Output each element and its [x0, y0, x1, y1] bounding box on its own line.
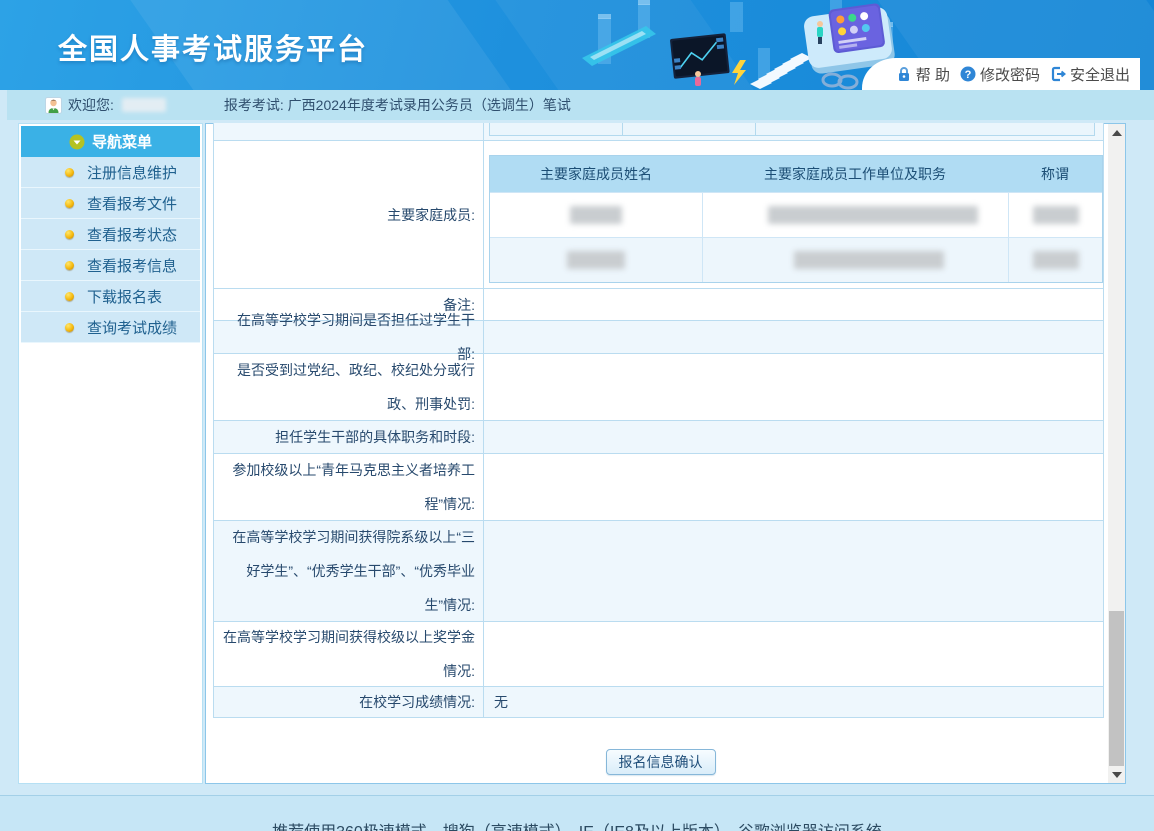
- row-label: 担任学生干部的具体职务和时段:: [214, 421, 484, 453]
- bullet-icon: [65, 230, 74, 239]
- redacted-cell: [1033, 206, 1079, 224]
- sidebar-item-registration-info[interactable]: 注册信息维护: [21, 157, 200, 188]
- table-row-clipped: [214, 123, 1103, 140]
- scroll-up-button[interactable]: [1108, 124, 1125, 141]
- help-link[interactable]: 帮 助: [896, 64, 950, 85]
- family-table-row: [490, 237, 1102, 282]
- footer: 推荐使用360极速模式、搜狗（高速模式）、IE（IE8及以上版本）、谷歌浏览器访…: [0, 795, 1154, 831]
- welcome-bar: 欢迎您: 报考考试: 广西2024年度考试录用公务员（选调生）笔试: [7, 90, 1154, 120]
- app-title: 全国人事考试服务平台: [58, 26, 368, 68]
- sidebar-item-view-exam-files[interactable]: 查看报考文件: [21, 188, 200, 219]
- sidebar-item-download-form[interactable]: 下载报名表: [21, 281, 200, 312]
- family-header-name: 主要家庭成员姓名: [490, 156, 702, 192]
- sidebar-item-label: 注册信息维护: [87, 162, 177, 183]
- application-form-table: 主要家庭成员: 主要家庭成员姓名 主要家庭成员工作单位及职务 称谓: [213, 123, 1104, 718]
- logout-link[interactable]: 安全退出: [1050, 64, 1130, 85]
- redacted-cell: [768, 206, 978, 224]
- sidebar-item-label: 查看报考文件: [87, 193, 177, 214]
- chevron-down-icon: [69, 134, 85, 150]
- arrow-down-icon: [1112, 772, 1122, 778]
- sidebar-item-label: 查看报考信息: [87, 255, 177, 276]
- row-label: 在高等学校学习期间是否担任过学生干部:: [214, 321, 484, 353]
- table-row-scholarship: 在高等学校学习期间获得校级以上奖学金情况:: [214, 621, 1103, 686]
- sidebar-item-view-application-info[interactable]: 查看报考信息: [21, 250, 200, 281]
- row-label: 主要家庭成员:: [214, 141, 484, 288]
- redacted-cell: [567, 251, 625, 269]
- nav-menu-title: 导航菜单: [92, 131, 152, 152]
- redacted-cell: [570, 206, 622, 224]
- row-label: 在校学习成绩情况:: [214, 687, 484, 717]
- vertical-scrollbar[interactable]: [1108, 124, 1125, 783]
- footer-browser-recommendation: 推荐使用360极速模式、搜狗（高速模式）、IE（IE8及以上版本）、谷歌浏览器访…: [0, 818, 1154, 831]
- change-password-label: 修改密码: [980, 64, 1040, 85]
- table-row-academic-record: 在校学习成绩情况: 无: [214, 686, 1103, 717]
- row-value: 无: [484, 692, 508, 712]
- family-header-relation: 称谓: [1008, 156, 1102, 192]
- sidebar-item-query-scores[interactable]: 查询考试成绩: [21, 312, 200, 343]
- utility-bar: 帮 助 ? 修改密码 安全退出: [862, 58, 1140, 90]
- row-label: 参加校级以上“青年马克思主义者培养工程”情况:: [214, 454, 484, 520]
- bullet-icon: [65, 199, 74, 208]
- family-header-workunit: 主要家庭成员工作单位及职务: [702, 156, 1008, 192]
- change-password-link[interactable]: ? 修改密码: [960, 64, 1040, 85]
- sidebar: 导航菜单 注册信息维护 查看报考文件 查看报考状态 查看报考信息 下载报名表: [18, 123, 203, 784]
- family-table-row: [490, 192, 1102, 237]
- main-content-panel: 主要家庭成员: 主要家庭成员姓名 主要家庭成员工作单位及职务 称谓: [205, 123, 1126, 784]
- exam-info: 报考考试: 广西2024年度考试录用公务员（选调生）笔试: [224, 95, 571, 115]
- confirm-registration-button[interactable]: 报名信息确认: [606, 749, 716, 775]
- logout-label: 安全退出: [1070, 64, 1130, 85]
- help-label: 帮 助: [916, 64, 950, 85]
- question-icon: ?: [960, 66, 976, 82]
- table-row-discipline-punishment: 是否受到过党纪、政纪、校纪处分或行政、刑事处罚:: [214, 353, 1103, 420]
- nav-menu-header[interactable]: 导航菜单: [21, 126, 200, 157]
- row-label: 是否受到过党纪、政纪、校纪处分或行政、刑事处罚:: [214, 354, 484, 420]
- redacted-username: [122, 98, 166, 112]
- arrow-up-icon: [1112, 130, 1122, 136]
- bullet-icon: [65, 168, 74, 177]
- sidebar-item-view-application-status[interactable]: 查看报考状态: [21, 219, 200, 250]
- sidebar-item-label: 查看报考状态: [87, 224, 177, 245]
- svg-text:?: ?: [965, 69, 972, 81]
- sidebar-item-label: 下载报名表: [87, 286, 162, 307]
- table-row-honors: 在高等学校学习期间获得院系级以上“三好学生”、“优秀学生干部”、“优秀毕业生”情…: [214, 520, 1103, 621]
- exit-icon: [1050, 66, 1066, 82]
- lock-icon: [896, 66, 912, 82]
- user-icon: [45, 97, 62, 114]
- family-members-table: 主要家庭成员姓名 主要家庭成员工作单位及职务 称谓: [489, 155, 1103, 283]
- welcome-greeting: 欢迎您:: [68, 95, 114, 115]
- sidebar-item-label: 查询考试成绩: [87, 317, 177, 338]
- bullet-icon: [65, 292, 74, 301]
- table-row-cadre-position-period: 担任学生干部的具体职务和时段:: [214, 420, 1103, 453]
- row-label: [214, 123, 484, 140]
- scroll-down-button[interactable]: [1108, 766, 1125, 783]
- page: 全国人事考试服务平台 帮 助 ? 修改密码: [0, 0, 1154, 831]
- bullet-icon: [65, 323, 74, 332]
- bullet-icon: [65, 261, 74, 270]
- redacted-cell: [1033, 251, 1079, 269]
- table-row-family-members: 主要家庭成员: 主要家庭成员姓名 主要家庭成员工作单位及职务 称谓: [214, 140, 1103, 288]
- row-label: 在高等学校学习期间获得院系级以上“三好学生”、“优秀学生干部”、“优秀毕业生”情…: [214, 521, 484, 621]
- clipped-nested-table: [489, 123, 1095, 136]
- redacted-cell: [794, 251, 944, 269]
- family-table-header: 主要家庭成员姓名 主要家庭成员工作单位及职务 称谓: [490, 156, 1102, 192]
- nav-items: 注册信息维护 查看报考文件 查看报考状态 查看报考信息 下载报名表 查询考试成绩: [21, 157, 200, 343]
- row-label: 在高等学校学习期间获得校级以上奖学金情况:: [214, 622, 484, 686]
- header-bar: 全国人事考试服务平台 帮 助 ? 修改密码: [0, 0, 1154, 90]
- table-row-marxist-program: 参加校级以上“青年马克思主义者培养工程”情况:: [214, 453, 1103, 520]
- table-row-student-cadre: 在高等学校学习期间是否担任过学生干部:: [214, 320, 1103, 353]
- scrollbar-thumb[interactable]: [1109, 611, 1124, 768]
